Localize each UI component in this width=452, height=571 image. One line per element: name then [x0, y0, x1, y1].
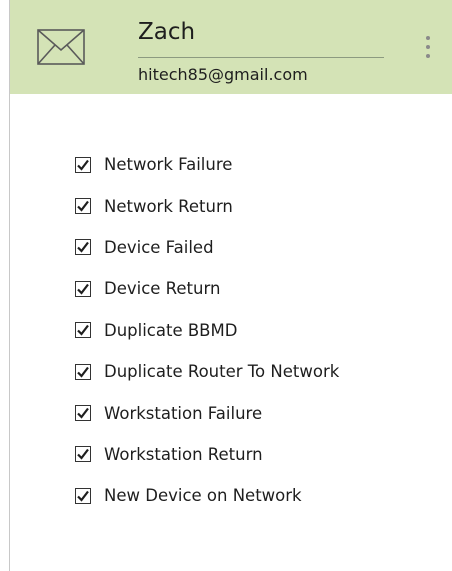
- checkbox[interactable]: [75, 156, 91, 173]
- contact-header: Zach hitech85@gmail.com: [10, 0, 452, 94]
- checkbox-label: Workstation Failure: [104, 403, 263, 423]
- checkbox-label: New Device on Network: [104, 486, 302, 506]
- checkbox[interactable]: [75, 363, 91, 380]
- checkbox[interactable]: [75, 487, 91, 504]
- checkmark-icon: [77, 200, 89, 212]
- checkbox-item-network-failure[interactable]: Network Failure: [75, 144, 339, 185]
- checkmark-icon: [77, 366, 89, 378]
- checkbox-item-network-return[interactable]: Network Return: [75, 185, 339, 226]
- checkbox-item-workstation-return[interactable]: Workstation Return: [75, 434, 339, 475]
- checkmark-icon: [77, 283, 89, 295]
- checkmark-icon: [77, 407, 89, 419]
- contact-name: Zach: [138, 19, 196, 45]
- checkbox-item-workstation-failure[interactable]: Workstation Failure: [75, 392, 339, 433]
- checkbox-label: Workstation Return: [104, 444, 263, 464]
- checkbox-label: Network Failure: [104, 155, 233, 175]
- checkbox-item-duplicate-router[interactable]: Duplicate Router To Network: [75, 351, 339, 392]
- notification-checkbox-list: Network Failure Network Return Device Fa…: [75, 144, 339, 517]
- contact-email: hitech85@gmail.com: [138, 65, 308, 84]
- checkbox[interactable]: [75, 446, 91, 463]
- checkbox-item-device-failed[interactable]: Device Failed: [75, 227, 339, 268]
- checkbox[interactable]: [75, 198, 91, 215]
- notification-panel: Zach hitech85@gmail.com Network Failure …: [0, 0, 452, 571]
- checkbox-label: Device Failed: [104, 237, 214, 257]
- checkbox-label: Network Return: [104, 196, 233, 216]
- checkbox[interactable]: [75, 280, 91, 297]
- checkmark-icon: [77, 242, 89, 254]
- checkbox[interactable]: [75, 322, 91, 339]
- checkbox-item-duplicate-bbmd[interactable]: Duplicate BBMD: [75, 310, 339, 351]
- header-divider: [138, 57, 384, 58]
- checkbox-label: Duplicate Router To Network: [104, 362, 340, 382]
- checkmark-icon: [77, 490, 89, 502]
- checkmark-icon: [77, 449, 89, 461]
- checkbox-label: Device Return: [104, 279, 221, 299]
- checkbox-label: Duplicate BBMD: [104, 320, 238, 340]
- more-vertical-icon[interactable]: [423, 36, 433, 70]
- checkbox[interactable]: [75, 239, 91, 256]
- envelope-icon: [37, 29, 85, 65]
- checkmark-icon: [77, 325, 89, 336]
- checkmark-icon: [77, 159, 89, 171]
- checkbox-item-new-device[interactable]: New Device on Network: [75, 475, 339, 516]
- checkbox-item-device-return[interactable]: Device Return: [75, 268, 339, 309]
- checkbox[interactable]: [75, 405, 91, 422]
